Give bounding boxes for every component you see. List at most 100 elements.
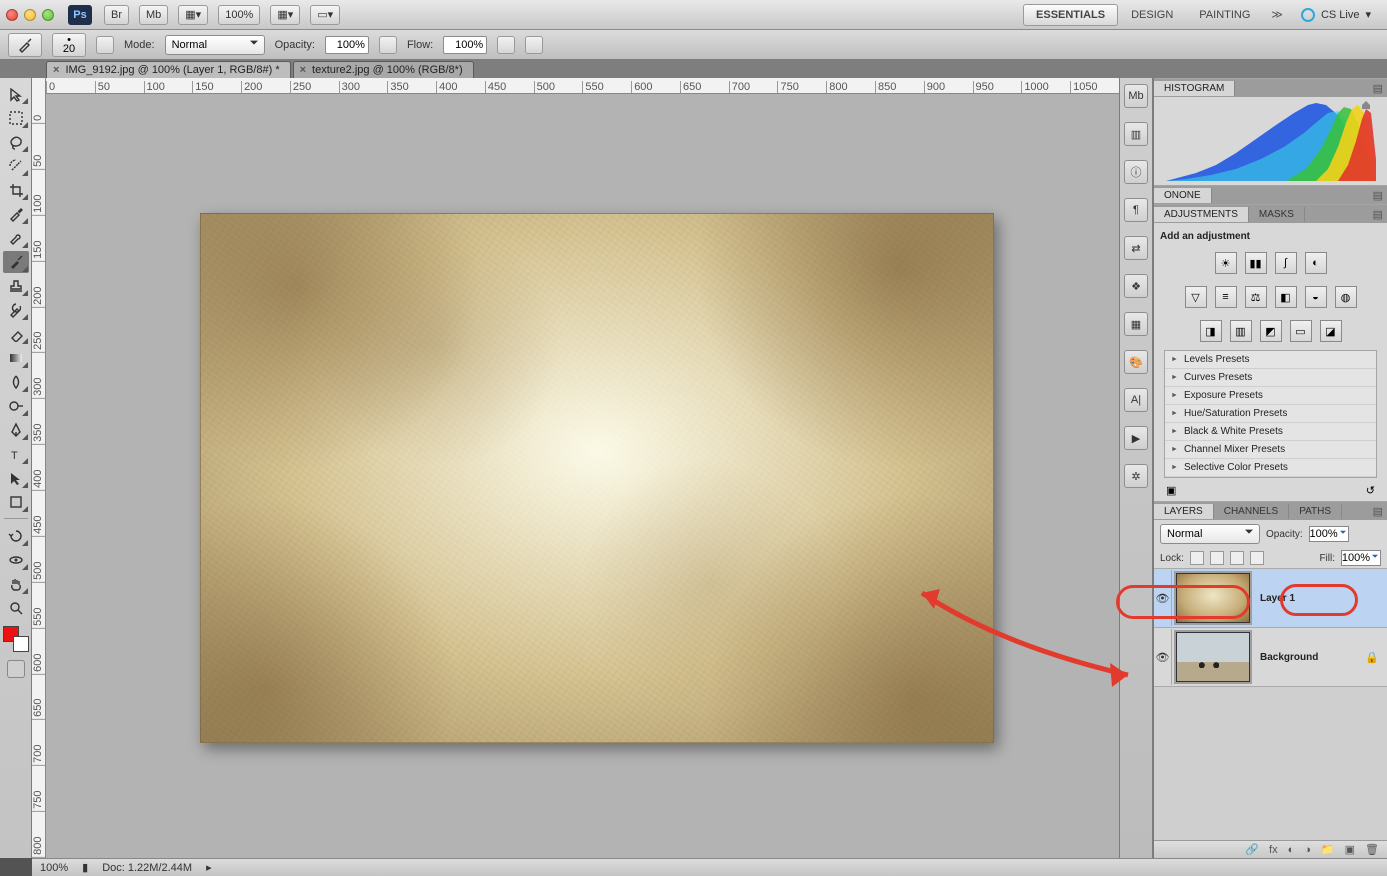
masks-tab[interactable]: MASKS [1249,207,1305,222]
status-zoom[interactable]: 100% [40,862,68,874]
path-select-tool[interactable] [3,467,29,489]
status-doc-size[interactable]: Doc: 1.22M/2.44M [102,862,192,874]
levels-adjustment-icon[interactable]: ▮▮ [1245,252,1267,274]
pen-tool[interactable] [3,419,29,441]
background-color-icon[interactable] [13,636,29,652]
adjustment-preset-item[interactable]: Selective Color Presets [1165,459,1376,477]
quick-select-tool[interactable] [3,155,29,177]
brightness-adjustment-icon[interactable]: ☀ [1215,252,1237,274]
adjustment-preset-item[interactable]: Levels Presets [1165,351,1376,369]
brush-panel-toggle[interactable] [96,36,114,54]
workspace-design[interactable]: DESIGN [1118,4,1186,26]
marquee-tool[interactable] [3,107,29,129]
layer-mask-icon[interactable]: ◐ [1288,844,1295,856]
presets-reset-icon[interactable]: ↺ [1366,484,1375,497]
adjustment-preset-item[interactable]: Curves Presets [1165,369,1376,387]
navigator-panel-icon[interactable]: ▥ [1124,122,1148,146]
view-extras-button[interactable]: ▦▾ [178,5,208,25]
zoom-window-icon[interactable] [42,9,54,21]
new-layer-icon[interactable]: ▣ [1345,843,1355,856]
status-menu-icon[interactable]: ▸ [206,861,212,874]
layer-effects-icon[interactable]: fx [1269,844,1278,856]
color-swatches[interactable] [3,626,29,652]
brush-preset-picker[interactable]: •20 [52,33,86,57]
paragraph-panel-icon[interactable]: ¶ [1124,198,1148,222]
channel-mixer-adjustment-icon[interactable]: ◍ [1335,286,1357,308]
lasso-tool[interactable] [3,131,29,153]
layer-row[interactable]: 👁 Background 🔒 [1154,627,1387,686]
layer-thumbnail[interactable] [1176,632,1250,682]
balance-adjustment-icon[interactable]: ⚖ [1245,286,1267,308]
history-brush-tool[interactable] [3,299,29,321]
document-tab-active[interactable]: × IMG_9192.jpg @ 100% (Layer 1, RGB/8#) … [46,61,291,78]
bridge-button[interactable]: Br [104,5,129,25]
workspace-painting[interactable]: PAINTING [1186,4,1263,26]
blur-tool[interactable] [3,371,29,393]
lock-all-icon[interactable] [1250,551,1264,565]
3d-rotate-tool[interactable] [3,525,29,547]
info-panel-icon[interactable]: ⓘ [1124,160,1148,184]
adjustment-preset-item[interactable]: Exposure Presets [1165,387,1376,405]
close-tab-icon[interactable]: × [53,64,59,76]
blend-mode-dropdown[interactable]: Normal [165,35,265,55]
layer-name[interactable]: Background [1254,652,1365,663]
type-tool[interactable]: T [3,443,29,465]
color-panel-icon[interactable]: 🎨 [1124,350,1148,374]
eyedropper-tool[interactable] [3,203,29,225]
dodge-tool[interactable] [3,395,29,417]
cs-live-button[interactable]: CS Live ▾ [1291,8,1381,22]
gradient-tool[interactable] [3,347,29,369]
brush-tool[interactable] [3,251,29,273]
selective-color-adjustment-icon[interactable]: ◪ [1320,320,1342,342]
exposure-adjustment-icon[interactable]: ◐ [1305,252,1327,274]
airbrush-toggle[interactable] [497,36,515,54]
document-tab[interactable]: × texture2.jpg @ 100% (RGB/8*) [293,61,474,78]
minibridge-button[interactable]: Mb [139,5,168,25]
zoom-level-dropdown[interactable]: 100% [218,5,260,25]
document-canvas-area[interactable]: 0501001502002503003504004505005506006507… [32,78,1119,858]
shape-tool[interactable] [3,491,29,513]
eraser-tool[interactable] [3,323,29,345]
threshold-adjustment-icon[interactable]: ◩ [1260,320,1282,342]
adjustment-preset-item[interactable]: Hue/Saturation Presets [1165,405,1376,423]
posterize-adjustment-icon[interactable]: ▥ [1230,320,1252,342]
workspace-essentials[interactable]: ESSENTIALS [1023,4,1118,26]
lock-position-icon[interactable] [1230,551,1244,565]
adjustment-preset-item[interactable]: Channel Mixer Presets [1165,441,1376,459]
close-tab-icon[interactable]: × [300,64,306,76]
onone-tab[interactable]: ONONE [1154,188,1212,203]
layer-opacity-input[interactable]: 100% [1309,526,1349,542]
adjustment-layer-icon[interactable]: ◑ [1304,844,1311,856]
gradient-map-adjustment-icon[interactable]: ▭ [1290,320,1312,342]
histogram-tab[interactable]: HISTOGRAM [1154,81,1235,96]
adjust-panel-icon[interactable]: ⇄ [1124,236,1148,260]
move-tool[interactable] [3,83,29,105]
canvas-image[interactable] [200,213,994,743]
tablet-size-toggle[interactable] [525,36,543,54]
tablet-opacity-toggle[interactable] [379,36,397,54]
crop-tool[interactable] [3,179,29,201]
character-panel-icon[interactable]: A| [1124,388,1148,412]
vibrance-adjustment-icon[interactable]: ▽ [1185,286,1207,308]
layers-tab[interactable]: LAYERS [1154,504,1214,519]
presets-toggle-icon[interactable]: ▣ [1166,484,1176,497]
more-workspaces-icon[interactable]: ≫ [1271,8,1283,21]
panel-menu-icon[interactable]: ▤ [1373,505,1383,518]
current-tool-preset[interactable] [8,33,42,57]
photo-filter-adjustment-icon[interactable]: ◒ [1305,286,1327,308]
hand-tool[interactable] [3,573,29,595]
settings-panel-icon[interactable]: ✲ [1124,464,1148,488]
panel-menu-icon[interactable]: ▤ [1373,82,1383,95]
close-window-icon[interactable] [6,9,18,21]
lock-transparency-icon[interactable] [1190,551,1204,565]
actions-panel-icon[interactable]: ▶ [1124,426,1148,450]
arrange-documents-button[interactable]: ▦▾ [270,5,300,25]
minimize-window-icon[interactable] [24,9,36,21]
curves-adjustment-icon[interactable]: ∫ [1275,252,1297,274]
layer-blend-mode-dropdown[interactable]: Normal [1160,524,1260,544]
styles-panel-icon[interactable]: ❖ [1124,274,1148,298]
swatches-panel-icon[interactable]: ▦ [1124,312,1148,336]
minibridge-panel-icon[interactable]: Mb [1124,84,1148,108]
stamp-tool[interactable] [3,275,29,297]
opacity-input[interactable]: 100% [325,36,369,54]
